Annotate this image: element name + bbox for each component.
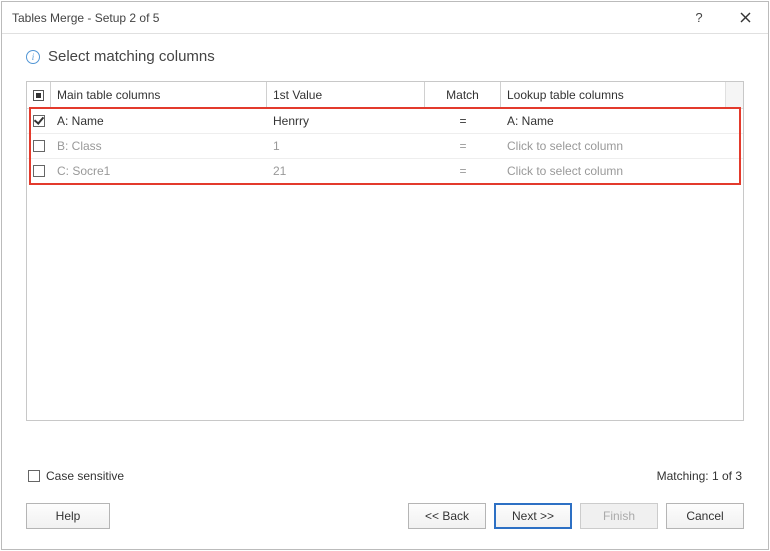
select-all-checkbox-icon [33,90,44,101]
cell-main: C: Socre1 [51,164,267,178]
cell-value: 1 [267,139,425,153]
header-value[interactable]: 1st Value [267,82,425,108]
info-icon: i [26,50,40,64]
heading-row: i Select matching columns [2,34,768,81]
matching-status: Matching: 1 of 3 [657,469,742,483]
finish-button: Finish [580,503,658,529]
cancel-button[interactable]: Cancel [666,503,744,529]
footer: Help << Back Next >> Finish Cancel [2,483,768,549]
table-row[interactable]: A: Name Henrry = A: Name [27,108,743,133]
header-match[interactable]: Match [425,82,501,108]
header-main[interactable]: Main table columns [51,82,267,108]
case-sensitive-checkbox[interactable] [28,470,40,482]
help-button[interactable]: Help [26,503,110,529]
help-icon[interactable]: ? [676,3,722,33]
table-row[interactable]: B: Class 1 = Click to select column [27,133,743,158]
cell-value: 21 [267,164,425,178]
cell-match[interactable]: = [425,164,501,178]
case-sensitive-option[interactable]: Case sensitive [28,469,124,483]
dialog-window: Tables Merge - Setup 2 of 5 ? i Select m… [1,1,769,550]
page-title: Select matching columns [48,48,215,65]
cell-lookup[interactable]: Click to select column [501,164,743,178]
cell-value: Henrry [267,114,425,128]
back-button[interactable]: << Back [408,503,486,529]
scrollbar-stub [725,82,743,108]
cell-main: A: Name [51,114,267,128]
table-row[interactable]: C: Socre1 21 = Click to select column [27,158,743,183]
next-button[interactable]: Next >> [494,503,572,529]
cell-lookup[interactable]: A: Name [501,114,743,128]
row-checkbox[interactable] [33,115,45,127]
row-checkbox[interactable] [33,165,45,177]
cell-main: B: Class [51,139,267,153]
cell-match[interactable]: = [425,114,501,128]
window-title: Tables Merge - Setup 2 of 5 [12,11,159,25]
case-sensitive-label: Case sensitive [46,469,124,483]
titlebar: Tables Merge - Setup 2 of 5 ? [2,2,768,34]
columns-table: Main table columns 1st Value Match Looku… [26,81,744,421]
row-checkbox[interactable] [33,140,45,152]
cell-lookup[interactable]: Click to select column [501,139,743,153]
cell-match[interactable]: = [425,139,501,153]
close-icon[interactable] [722,3,768,33]
header-lookup[interactable]: Lookup table columns [501,82,725,108]
table-header: Main table columns 1st Value Match Looku… [27,82,743,108]
header-select-all[interactable] [27,82,51,108]
